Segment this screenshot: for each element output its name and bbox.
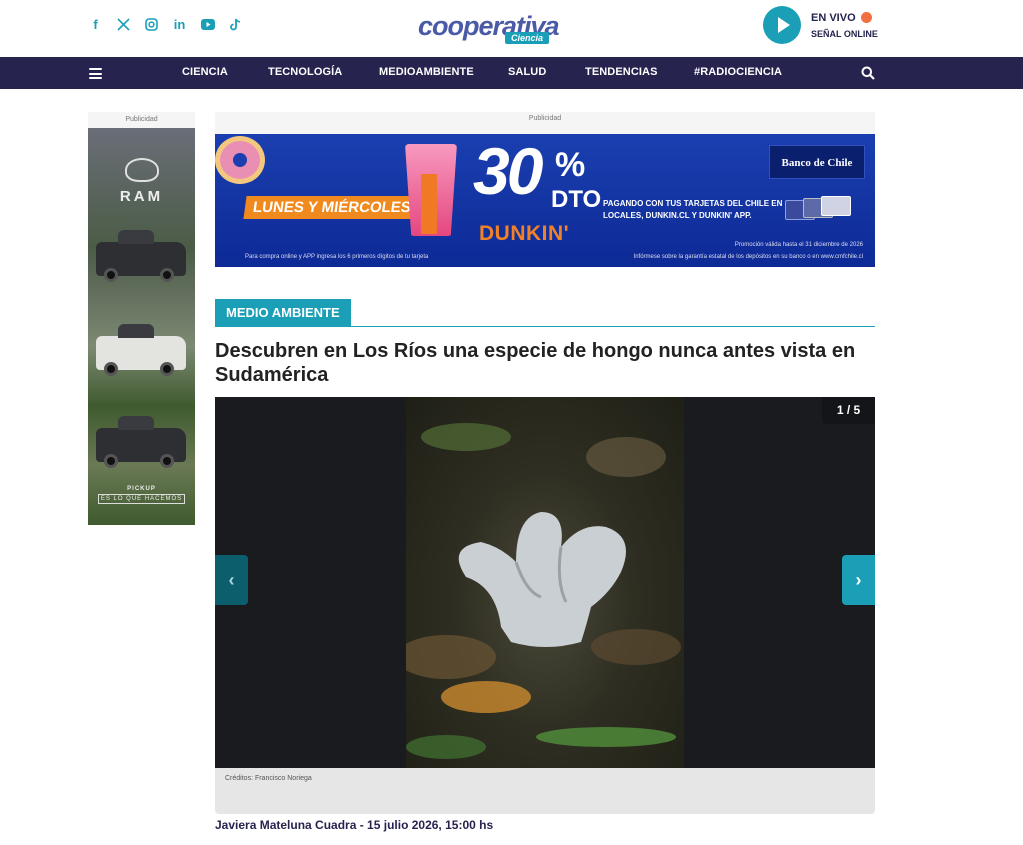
bank-logo: Banco de Chile [769,145,865,179]
play-icon [778,17,790,33]
side-ad-slogan: PICKUP [127,486,156,492]
nav-item-tecnologia[interactable]: TECNOLOGÍA [268,66,342,78]
ad-promo: Promoción válida hasta el 31 diciembre d… [734,242,863,248]
ad-info: Infórmese sobre la garantía estatal de l… [633,254,863,260]
nav-item-radiociencia[interactable]: #RADIOCIENCIA [694,66,782,78]
image-gallery[interactable] [215,397,875,768]
play-button[interactable] [763,6,801,44]
truck-image [96,230,186,282]
nav-item-medioambiente[interactable]: MEDIOAMBIENTE [379,66,474,78]
instagram-icon[interactable] [144,16,159,32]
gallery-prev-button[interactable]: ‹ [215,555,248,605]
section-divider [215,326,875,327]
live-label: EN VIVO [811,11,856,24]
site-header: f in cooperativa Ciencia EN VIVO SEÑAL O… [0,0,1023,57]
ad-online: Para compra online y APP ingresa los 6 p… [245,254,429,260]
live-player[interactable]: EN VIVO SEÑAL ONLINE [763,6,878,44]
article-title: Descubren en Los Ríos una especie de hon… [215,340,856,386]
youtube-icon[interactable] [200,16,215,32]
ram-head-icon [124,158,159,182]
truck-image [96,416,186,468]
section-tag[interactable]: MEDIO AMBIENTE [215,299,351,326]
ad-days: LUNES Y MIÉRCOLES [243,196,421,219]
tiktok-icon[interactable] [228,16,243,32]
ram-wordmark: RAM [119,188,164,205]
live-sublabel: SEÑAL ONLINE [811,28,878,39]
side-ad-banner[interactable]: RAM PICKUP ES LO QUE HACEMOS [88,128,195,525]
social-links: f in [88,16,243,32]
live-dot-icon [860,12,872,23]
fungus-photo [406,397,684,768]
search-icon[interactable] [861,66,875,80]
photo-credits-bar: Créditos: Francisco Noriega [215,768,875,814]
top-ad-label: Publicidad [215,112,875,134]
donut-image [215,136,265,184]
cup-band [421,174,437,234]
menu-icon[interactable] [89,68,102,79]
gallery-counter: 1 / 5 [822,397,875,424]
gallery-next-button[interactable]: › [842,555,875,605]
nav-item-salud[interactable]: SALUD [508,66,546,78]
facebook-icon[interactable]: f [88,16,103,32]
nav-item-tendencias[interactable]: TENDENCIAS [585,66,658,78]
side-ad-label: Publicidad [88,112,195,128]
ram-logo: RAM [88,158,195,205]
ad-discount: 30 [473,134,543,208]
ad-dto: DTO [551,186,602,213]
nav-item-ciencia[interactable]: CIENCIA [182,66,228,78]
ad-brand: DUNKIN' [479,222,570,245]
truck-image [96,324,186,376]
article-byline: Javiera Mateluna Cuadra - 15 julio 2026,… [215,818,494,832]
x-icon[interactable] [116,16,131,32]
top-ad-banner[interactable]: LUNES Y MIÉRCOLES 30 % DTO DUNKIN' Banco… [215,134,875,267]
credit-cards-image [785,196,853,222]
logo-tag: Ciencia [505,32,550,44]
photo-credits: Créditos: Francisco Noriega [225,775,312,782]
side-ad-slogan-sub: ES LO QUE HACEMOS [98,494,185,504]
main-nav: CIENCIA TECNOLOGÍA MEDIOAMBIENTE SALUD T… [0,57,1023,89]
ad-pay-text: PAGANDO CON TUS TARJETAS DEL CHILE EN LO… [603,199,783,220]
ad-percent: % [555,146,586,184]
linkedin-icon[interactable]: in [172,16,187,32]
site-logo[interactable]: cooperativa Ciencia [418,10,560,50]
